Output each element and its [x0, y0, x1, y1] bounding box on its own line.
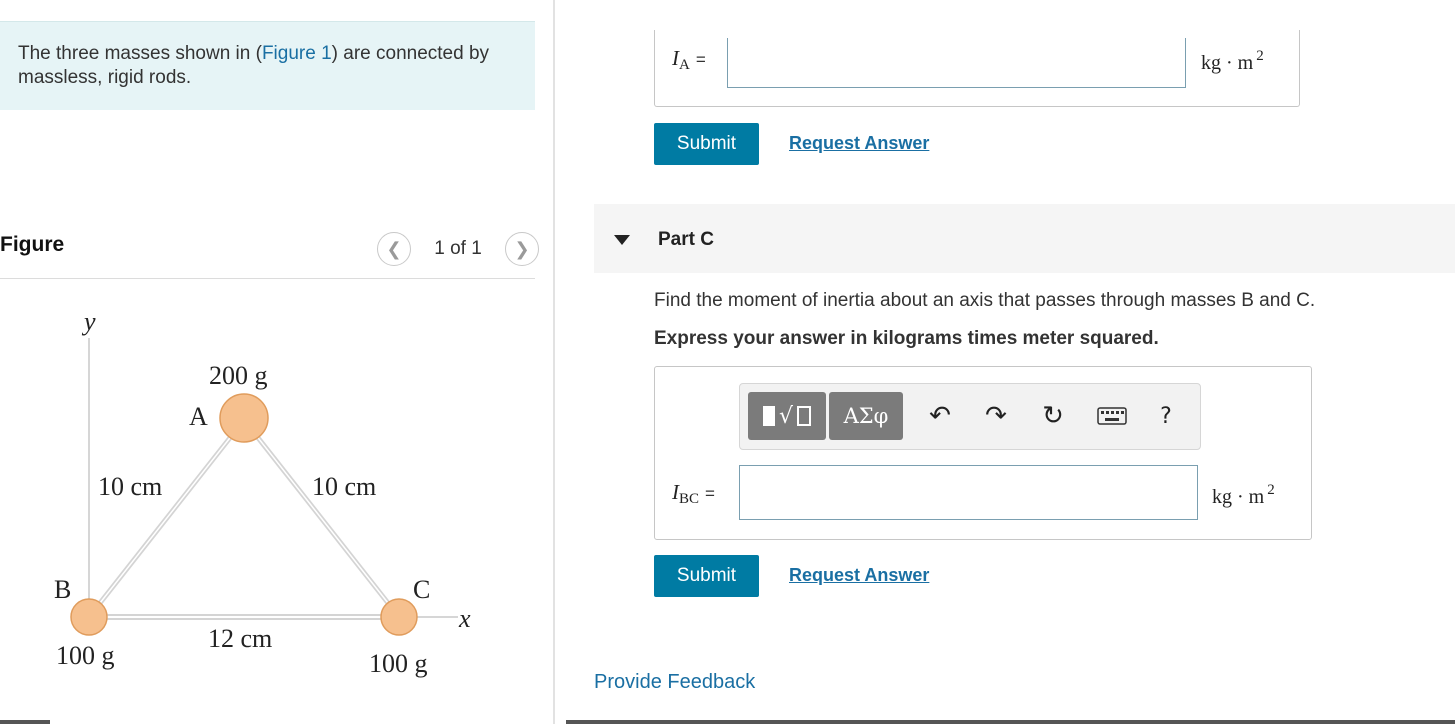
help-icon: ?	[1160, 403, 1172, 429]
rod-ac-length: 10 cm	[312, 472, 376, 501]
mass-a-value: 200 g	[209, 361, 268, 390]
reset-button[interactable]: ↻	[1037, 398, 1069, 434]
intro-text-before: The three masses shown in (	[18, 43, 262, 64]
undo-button[interactable]: ↶	[924, 398, 956, 434]
part-b-answer-input[interactable]	[727, 38, 1186, 88]
figure-title: Figure	[0, 233, 65, 256]
next-figure-button[interactable]: ❯	[505, 232, 539, 266]
templates-button[interactable]: √	[748, 392, 826, 440]
y-axis-label: y	[81, 307, 96, 336]
mass-c-value: 100 g	[369, 649, 428, 678]
reset-icon: ↻	[1042, 401, 1064, 431]
provide-feedback-link[interactable]: Provide Feedback	[594, 671, 755, 694]
part-c-variable: IBC =	[672, 480, 715, 507]
mass-a-ball	[219, 393, 269, 443]
redo-icon: ↷	[985, 401, 1007, 431]
figure-divider	[0, 278, 535, 279]
figure-pager: ❮ 1 of 1 ❯	[377, 232, 539, 266]
redo-button[interactable]: ↷	[980, 398, 1012, 434]
keyboard-button[interactable]	[1095, 398, 1129, 434]
rod-ab	[87, 418, 246, 619]
pane-splitter[interactable]	[553, 0, 555, 724]
rod-bc-length: 12 cm	[208, 624, 272, 653]
figure-page-count: 1 of 1	[434, 238, 482, 259]
part-b-submit-button[interactable]: Submit	[654, 123, 759, 165]
x-axis-label: x	[458, 604, 471, 633]
part-c-instruction: Express your answer in kilograms times m…	[654, 328, 1159, 349]
mass-c-ball	[380, 598, 418, 636]
greek-letters-button[interactable]: ΑΣφ	[829, 392, 903, 440]
rod-ab-length: 10 cm	[98, 472, 162, 501]
mass-b-letter: B	[54, 575, 71, 604]
rod-ac	[242, 418, 401, 619]
templates-icon	[762, 406, 775, 426]
part-c-answer-input[interactable]	[739, 465, 1198, 520]
chevron-left-icon: ❮	[386, 238, 402, 259]
part-c-submit-button[interactable]: Submit	[654, 555, 759, 597]
three-mass-diagram: y x 200 g A B 100 g C 100 g 10 cm 10 cm …	[54, 307, 471, 678]
part-c-unit: kg · m2	[1212, 482, 1275, 508]
collapse-triangle-icon	[614, 235, 630, 245]
mass-a-letter: A	[189, 402, 208, 431]
part-c-request-answer-link[interactable]: Request Answer	[789, 565, 929, 586]
part-c-question: Find the moment of inertia about an axis…	[654, 290, 1316, 311]
bottom-edge-right	[566, 720, 1455, 724]
help-button[interactable]: ?	[1154, 398, 1178, 434]
mass-b-ball	[70, 598, 108, 636]
keyboard-icon	[1097, 407, 1127, 425]
left-pane: The three masses shown in (Figure 1) are…	[0, 0, 554, 724]
mass-b-value: 100 g	[56, 641, 115, 670]
mass-c-letter: C	[413, 575, 430, 604]
part-b-variable: IA =	[672, 46, 706, 73]
prev-figure-button[interactable]: ❮	[377, 232, 411, 266]
part-c-title: Part C	[658, 229, 714, 250]
bottom-edge-left	[0, 720, 50, 724]
chevron-right-icon: ❯	[514, 238, 530, 259]
greek-letters-icon: ΑΣφ	[843, 404, 889, 428]
part-b-unit: kg · m2	[1201, 48, 1264, 74]
problem-intro: The three masses shown in (Figure 1) are…	[0, 21, 535, 110]
figure-link[interactable]: Figure 1	[262, 43, 332, 64]
math-toolbar: √ ΑΣφ ↶ ↷ ↻ ?	[739, 383, 1201, 450]
part-b-request-answer-link[interactable]: Request Answer	[789, 133, 929, 154]
part-b-answer-box: IA = kg · m2	[654, 30, 1300, 107]
part-c-header[interactable]: Part C	[594, 204, 1455, 273]
undo-icon: ↶	[929, 401, 951, 431]
